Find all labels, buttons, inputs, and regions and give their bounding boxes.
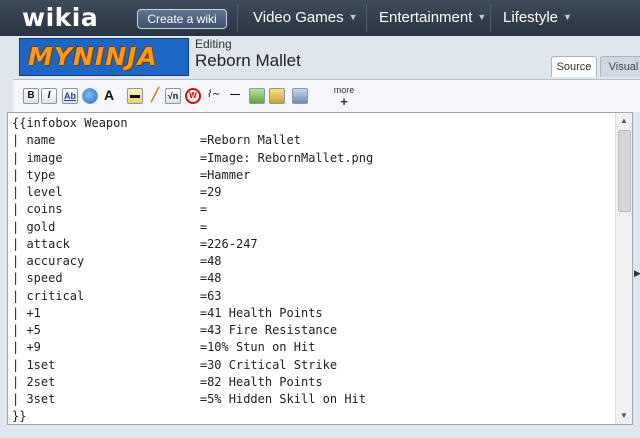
nav-divider [490,4,491,32]
media-button[interactable]: ╱ [147,88,163,104]
gallery-button[interactable] [249,88,265,104]
page-title: Reborn Mallet [195,51,301,70]
global-nav: wikia Create a wiki Video Games ▼ Enterta… [0,0,640,36]
hr-icon: — [230,89,240,100]
sqrt-icon: √n [167,91,179,101]
bold-icon: B [27,90,35,101]
nav-video-games[interactable]: Video Games ▼ [253,9,358,26]
scroll-thumb[interactable] [618,130,631,212]
nav-lifestyle[interactable]: Lifestyle ▼ [503,9,572,26]
embed-image-button[interactable]: ▬ [127,88,143,104]
wikitext-content[interactable]: {{infobox Weapon | name =Reborn Mallet |… [12,115,373,424]
bold-button[interactable]: B [23,88,39,104]
more-plus-icon[interactable]: + [333,94,355,109]
editor-toolbar: B I Ab A ▬ ╱ √n W ⌇∼ — more + [13,79,640,112]
headline-icon: A [103,87,115,103]
page-header: MYNINJA Editing Reborn Mallet Source Vis… [0,36,640,78]
nav-entertainment-label: Entertainment [379,9,473,26]
nav-divider [366,4,367,32]
tab-visual[interactable]: Visual [600,56,640,77]
scroll-up-icon[interactable]: ▲ [616,113,632,129]
brush-icon: ╱ [151,87,159,102]
expand-rail-icon[interactable]: ▶ [634,268,640,279]
nav-divider [237,4,238,32]
nav-video-games-label: Video Games [253,9,344,26]
headline-button[interactable]: A [101,88,117,104]
chevron-down-icon: ▼ [348,12,358,22]
link-icon: Ab [64,91,76,101]
chevron-down-icon: ▼ [477,12,487,22]
scroll-down-icon[interactable]: ▼ [616,408,632,424]
editor-scrollbar[interactable]: ▲ ▼ [615,113,632,424]
editing-label: Editing [195,37,232,51]
italic-button[interactable]: I [41,88,57,104]
image-icon: ▬ [130,90,140,101]
wikia-logo[interactable]: wikia [22,3,98,32]
source-editor[interactable]: {{infobox Weapon | name =Reborn Mallet |… [7,112,633,425]
nowiki-button[interactable]: W [185,88,201,104]
no-wiki-icon: W [189,91,197,100]
create-wiki-button[interactable]: Create a wiki [137,9,227,29]
signature-icon: ⌇∼ [206,89,220,100]
math-button[interactable]: √n [165,88,181,104]
external-link-button[interactable] [82,88,98,104]
chevron-down-icon: ▼ [563,12,572,22]
template-button[interactable] [292,88,308,104]
signature-button[interactable]: ⌇∼ [205,88,221,104]
nav-entertainment[interactable]: Entertainment ▼ [379,9,486,26]
wordmark-text: MYNINJA [28,42,158,71]
nav-lifestyle-label: Lifestyle [503,9,559,26]
wiki-wordmark[interactable]: MYNINJA [19,38,189,76]
tab-source[interactable]: Source [551,56,597,77]
table-button[interactable] [269,88,285,104]
internal-link-button[interactable]: Ab [62,88,78,104]
italic-icon: I [47,90,51,101]
horizontal-rule-button[interactable]: — [227,88,243,104]
